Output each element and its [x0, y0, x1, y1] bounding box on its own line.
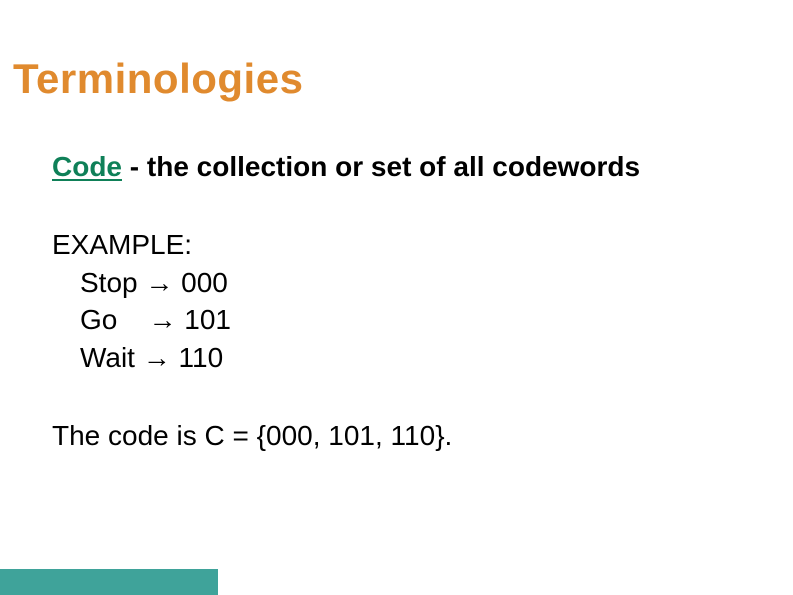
term-definition: the collection or set of all codewords — [147, 151, 640, 182]
term-name: Code — [52, 151, 122, 182]
example-mappings: Stop → 000 Go → 101 Wait → 110 — [52, 264, 752, 377]
mapping-row: Wait → 110 — [80, 339, 752, 377]
slide: Terminologies Code - the collection or s… — [0, 0, 793, 595]
example-header: EXAMPLE: — [52, 226, 752, 264]
mapping-text: Go → 101 — [80, 304, 231, 335]
slide-title: Terminologies — [13, 55, 303, 103]
mapping-row: Stop → 000 — [80, 264, 752, 302]
slide-body: Code - the collection or set of all code… — [52, 148, 752, 455]
footer-accent-bar — [0, 569, 218, 595]
term-separator: - — [130, 151, 147, 182]
mapping-text: Wait → 110 — [80, 342, 223, 373]
mapping-row: Go → 101 — [80, 301, 752, 339]
code-summary: The code is C = {000, 101, 110}. — [52, 417, 752, 455]
mapping-text: Stop → 000 — [80, 267, 228, 298]
definition-line: Code - the collection or set of all code… — [52, 148, 752, 186]
example-block: EXAMPLE: Stop → 000 Go → 101 Wait → 110 — [52, 226, 752, 377]
